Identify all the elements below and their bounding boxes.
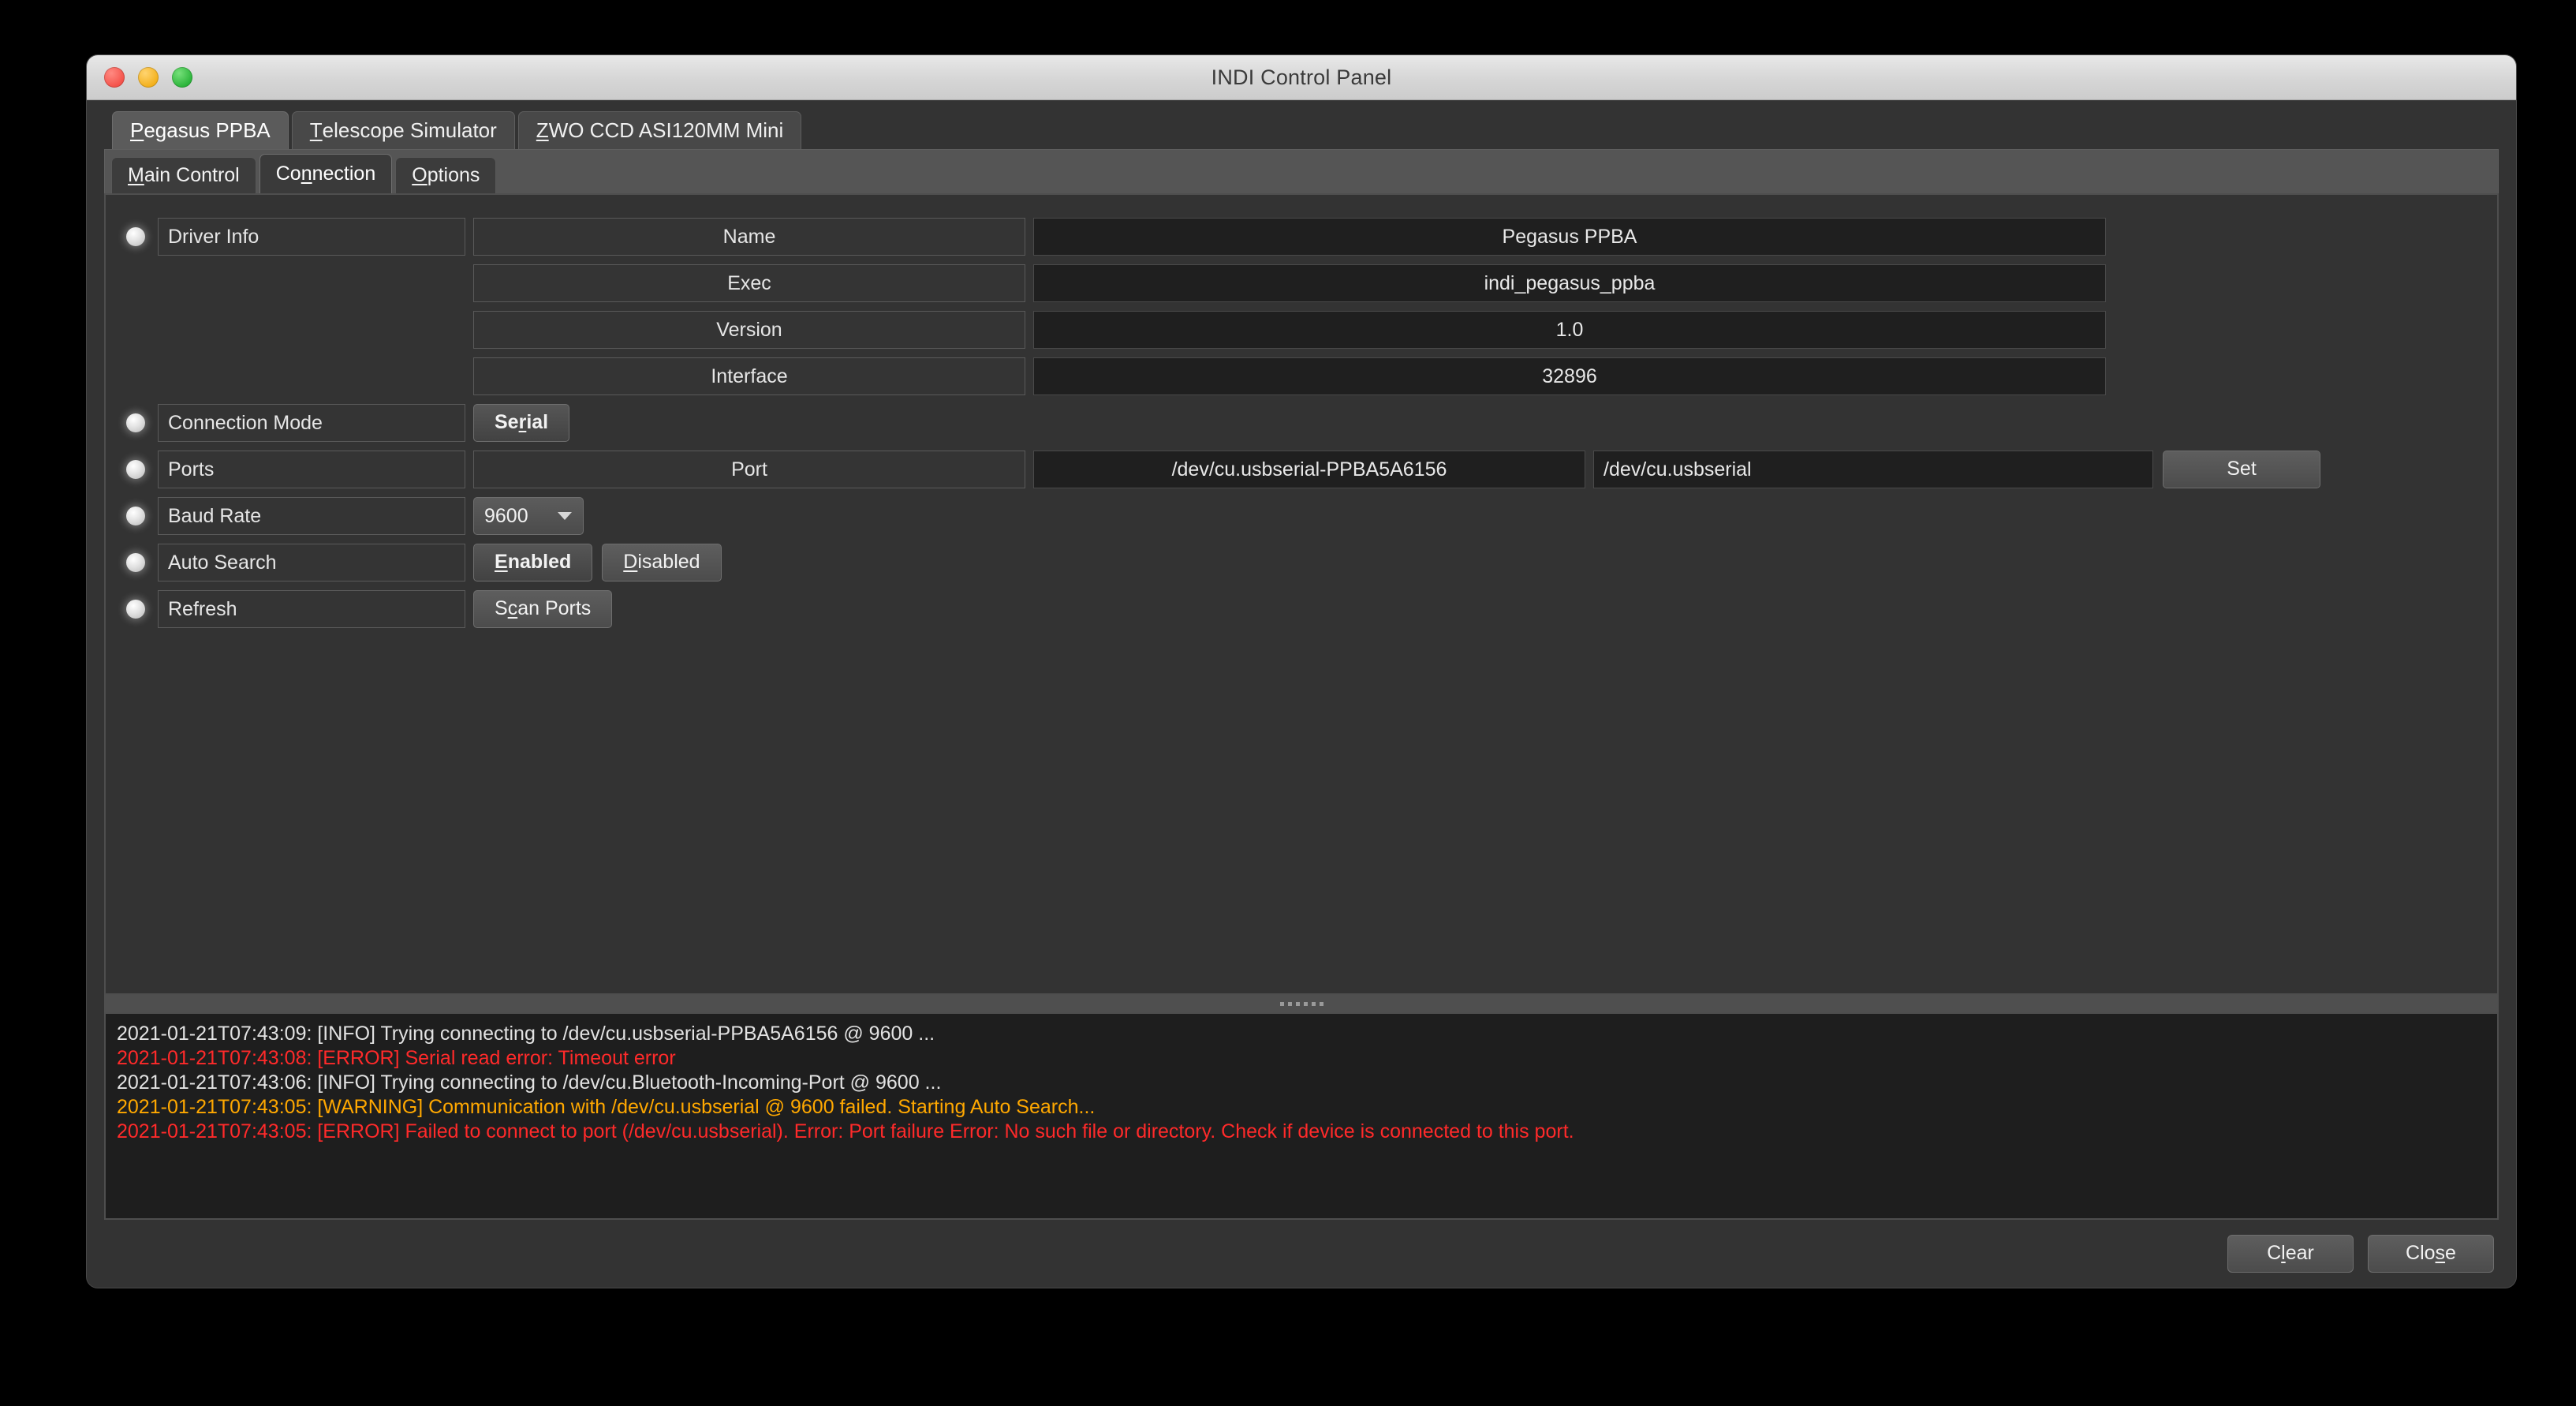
field-value-version: 1.0 <box>1033 311 2106 349</box>
status-led-refresh <box>126 600 145 619</box>
property-row-ports: Ports Port /dev/cu.usbserial-PPBA5A6156 … <box>106 450 2497 489</box>
window-title: INDI Control Panel <box>1211 65 1392 89</box>
button-label: ial <box>526 411 549 433</box>
log-line: 2021-01-21T07:43:08: [ERROR] Serial read… <box>117 1047 676 1069</box>
indi-control-panel-window: INDI Control Panel Pegasus PPBA Telescop… <box>87 55 2516 1288</box>
property-row-driver-info: Driver Info Name Pegasus PPBA <box>106 217 2497 256</box>
set-port-button[interactable]: Set <box>2163 451 2320 488</box>
field-value-name: Pegasus PPBA <box>1033 218 2106 256</box>
log-output-panel[interactable]: 2021-01-21T07:43:09: [INFO] Trying conne… <box>104 1012 2499 1220</box>
port-input[interactable]: /dev/cu.usbserial <box>1593 451 2153 488</box>
subtab-label: nection <box>312 163 376 185</box>
button-label: C <box>2267 1242 2282 1264</box>
property-row-driver-exec: Exec indi_pegasus_ppba <box>106 264 2497 303</box>
device-tabbar: Pegasus PPBA Telescope Simulator Z WO CCD… <box>104 100 2499 149</box>
button-serial[interactable]: Serial <box>473 404 570 442</box>
field-value-exec: indi_pegasus_ppba <box>1033 264 2106 302</box>
property-row-baud-rate: Baud Rate 9600 <box>106 496 2497 536</box>
tab-telescope-simulator[interactable]: Telescope Simulator <box>291 111 515 149</box>
tab-pegasus-ppba[interactable]: Pegasus PPBA <box>112 111 289 149</box>
status-led-ports <box>126 460 145 479</box>
minimize-window-button[interactable] <box>138 67 159 88</box>
subtab-label: Co <box>275 163 301 185</box>
field-label-port: Port <box>473 451 1025 488</box>
property-row-driver-interface: Interface 32896 <box>106 357 2497 396</box>
chevron-down-icon <box>558 512 572 520</box>
close-window-button[interactable] <box>104 67 125 88</box>
property-label-driver-info: Driver Info <box>158 218 465 256</box>
tab-label: WO CCD ASI120MM Mini <box>548 118 784 142</box>
property-label-ports: Ports <box>158 451 465 488</box>
tab-label: elescope Simulator <box>322 118 497 142</box>
button-label: S <box>495 597 508 619</box>
button-label: isabled <box>637 551 700 573</box>
field-label-interface: Interface <box>473 357 1025 395</box>
field-label-version: Version <box>473 311 1025 349</box>
status-led-auto-search <box>126 553 145 572</box>
subtab-options[interactable]: Options <box>395 157 497 193</box>
property-row-refresh: Refresh Scan Ports <box>106 589 2497 629</box>
baud-rate-value: 9600 <box>484 505 528 527</box>
tab-zwo-ccd-asi120mm-mini[interactable]: Z WO CCD ASI120MM Mini <box>517 111 802 149</box>
connection-properties-panel: Driver Info Name Pegasus PPBA Exec indi_… <box>104 193 2499 995</box>
button-label: Se <box>495 411 519 433</box>
field-value-port-current: /dev/cu.usbserial-PPBA5A6156 <box>1033 451 1585 488</box>
button-auto-search-enabled[interactable]: Enabled <box>473 544 593 581</box>
dialog-footer: Clear Close <box>104 1220 2499 1288</box>
button-label: Clo <box>2406 1242 2436 1264</box>
zoom-window-button[interactable] <box>172 67 192 88</box>
field-label-name: Name <box>473 218 1025 256</box>
button-label: e <box>2445 1242 2456 1264</box>
subtab-main-control[interactable]: Main Control <box>111 157 256 193</box>
field-label-exec: Exec <box>473 264 1025 302</box>
log-line: 2021-01-21T07:43:06: [INFO] Trying conne… <box>117 1071 942 1094</box>
field-value-interface: 32896 <box>1033 357 2106 395</box>
traffic-lights <box>104 67 192 88</box>
window-body: Pegasus PPBA Telescope Simulator Z WO CCD… <box>87 100 2516 1288</box>
property-label-baud-rate: Baud Rate <box>158 497 465 535</box>
status-led-connection-mode <box>126 413 145 432</box>
button-label: nabled <box>507 551 572 573</box>
status-led-baud-rate <box>126 507 145 525</box>
status-led-driver-info <box>126 227 145 246</box>
log-line: 2021-01-21T07:43:09: [INFO] Trying conne… <box>117 1023 935 1045</box>
property-label-auto-search: Auto Search <box>158 544 465 581</box>
baud-rate-select[interactable]: 9600 <box>473 497 584 535</box>
button-auto-search-disabled[interactable]: Disabled <box>602 544 722 581</box>
subtab-connection[interactable]: Co n nection <box>259 154 393 193</box>
subtab-bar: Main Control Co n nection Options <box>104 149 2499 193</box>
clear-button[interactable]: Clear <box>2227 1235 2354 1273</box>
property-row-driver-version: Version 1.0 <box>106 310 2497 350</box>
log-line: 2021-01-21T07:43:05: [WARNING] Communica… <box>117 1096 1096 1118</box>
close-button[interactable]: Close <box>2368 1235 2494 1273</box>
button-label: an Ports <box>517 597 592 619</box>
scan-ports-button[interactable]: Scan Ports <box>473 590 613 628</box>
subtab-label: ptions <box>427 164 480 186</box>
tab-label: egasus PPBA <box>144 118 271 142</box>
property-row-auto-search: Auto Search Enabled Disabled <box>106 543 2497 582</box>
button-label: ear <box>2285 1242 2314 1264</box>
property-row-connection-mode: Connection Mode Serial <box>106 403 2497 443</box>
subtab-label: ain Control <box>144 164 240 186</box>
log-line: 2021-01-21T07:43:05: [ERROR] Failed to c… <box>117 1120 1574 1142</box>
property-label-connection-mode: Connection Mode <box>158 404 465 442</box>
window-titlebar[interactable]: INDI Control Panel <box>87 55 2516 100</box>
property-label-refresh: Refresh <box>158 590 465 628</box>
panel-splitter-handle[interactable] <box>104 995 2499 1012</box>
